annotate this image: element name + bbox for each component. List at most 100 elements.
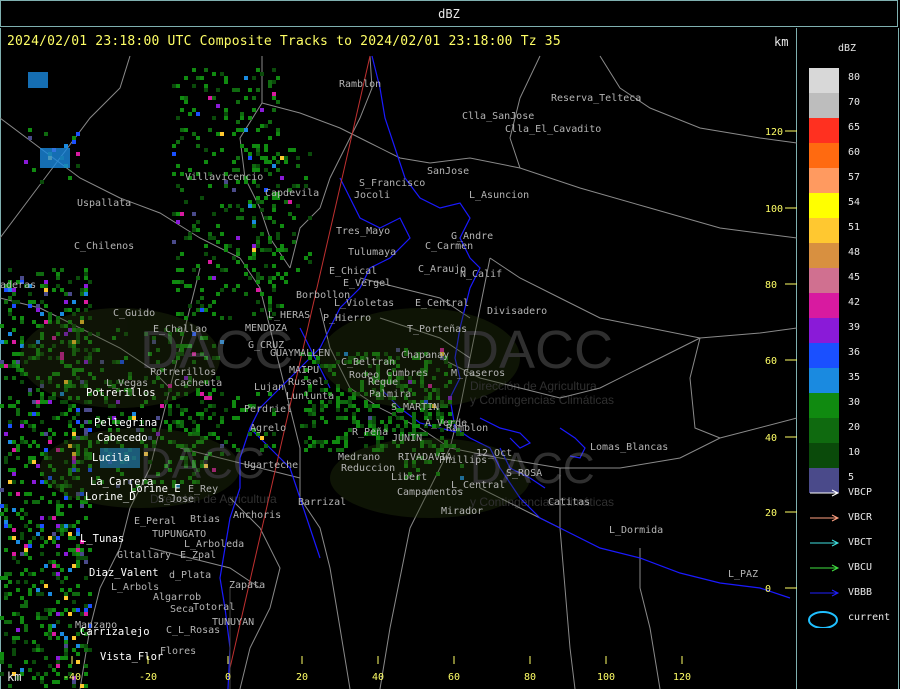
- echo-pixel: [48, 636, 52, 640]
- echo-pixel: [320, 440, 324, 444]
- echo-pixel: [252, 108, 256, 112]
- echo-pixel: [72, 636, 76, 640]
- echo-pixel: [336, 408, 340, 412]
- echo-pixel: [132, 412, 136, 416]
- echo-pixel: [88, 304, 92, 308]
- echo-pixel: [184, 408, 188, 412]
- echo-pixel: [56, 680, 60, 684]
- highlight-place-label: Diaz_Valent: [89, 567, 159, 579]
- place-label: E_Chical: [329, 266, 377, 277]
- echo-pixel: [52, 268, 56, 272]
- echo-pixel: [228, 204, 232, 208]
- echo-pixel: [4, 620, 8, 624]
- place-label: S_ROSA: [506, 468, 542, 479]
- echo-pixel: [80, 556, 84, 560]
- echo-pixel: [272, 264, 276, 268]
- place-label: Seca: [170, 604, 194, 615]
- echo-pixel: [200, 416, 204, 420]
- echo-pixel: [36, 308, 40, 312]
- echo-pixel: [36, 644, 40, 648]
- place-label: Clla_SanJose: [462, 111, 534, 122]
- echo-pixel: [8, 536, 12, 540]
- echo-pixel: [0, 660, 4, 664]
- echo-pixel: [20, 436, 24, 440]
- echo-pixel: [212, 432, 216, 436]
- echo-pixel: [264, 160, 268, 164]
- echo-pixel: [52, 572, 56, 576]
- echo-pixel: [16, 612, 20, 616]
- echo-pixel: [252, 256, 256, 260]
- echo-pixel: [276, 152, 280, 156]
- echo-pixel: [40, 312, 44, 316]
- echo-pixel: [28, 456, 32, 460]
- echo-pixel: [232, 256, 236, 260]
- echo-pixel: [76, 556, 80, 560]
- legend-value: 10: [848, 447, 861, 458]
- echo-pixel: [368, 404, 372, 408]
- echo-pixel: [192, 428, 196, 432]
- legend-swatch: [809, 243, 839, 268]
- echo-pixel: [280, 156, 284, 160]
- place-label: aderas: [0, 280, 36, 291]
- y-axis-ticks: 120 100 80 60 40 20 0: [765, 127, 797, 595]
- echo-pixel: [80, 424, 84, 428]
- echo-pixel: [268, 136, 272, 140]
- place-label: Mirador: [441, 506, 483, 517]
- echo-pixel: [276, 160, 280, 164]
- place-label: Flores: [160, 646, 196, 657]
- echo-pixel: [72, 648, 76, 652]
- echo-pixel: [24, 492, 28, 496]
- echo-pixel: [320, 408, 324, 412]
- y-tick-label: 20: [765, 508, 777, 519]
- echo-pixel: [224, 244, 228, 248]
- echo-pixel: [52, 624, 56, 628]
- echo-pixel: [12, 636, 16, 640]
- echo-pixel: [172, 172, 176, 176]
- echo-pixel: [176, 184, 180, 188]
- echo-pixel: [84, 284, 88, 288]
- echo-pixel: [256, 244, 260, 248]
- echo-pixel: [364, 404, 368, 408]
- echo-pixel: [184, 284, 188, 288]
- echo-pixel: [44, 448, 48, 452]
- legend-swatch: [809, 193, 839, 218]
- echo-pixel: [56, 272, 60, 276]
- echo-pixel: [368, 408, 372, 412]
- echo-pixel: [272, 220, 276, 224]
- echo-pixel: [12, 612, 16, 616]
- echo-pixel: [236, 252, 240, 256]
- echo-pixel: [4, 432, 8, 436]
- echo-pixel: [24, 548, 28, 552]
- echo-pixel: [68, 532, 72, 536]
- echo-pixel: [40, 300, 44, 304]
- echo-pixel: [268, 248, 272, 252]
- echo-pixel: [84, 608, 88, 612]
- echo-pixel: [244, 128, 248, 132]
- echo-pixel: [288, 148, 292, 152]
- radar-map[interactable]: DACC DACC DACC DACC Dirección de Agricul…: [0, 28, 797, 689]
- echo-pixel: [52, 540, 56, 544]
- echo-pixel: [160, 404, 164, 408]
- title-bar: dBZ: [0, 0, 898, 27]
- echo-pixel: [44, 584, 48, 588]
- echo-pixel: [244, 272, 248, 276]
- echo-pixel: [176, 220, 180, 224]
- echo-pixel: [236, 248, 240, 252]
- echo-pixel: [76, 560, 80, 564]
- echo-pixel: [312, 424, 316, 428]
- echo-pixel: [44, 608, 48, 612]
- echo-pixel: [220, 392, 224, 396]
- echo-pixel: [192, 268, 196, 272]
- place-label: C_L_Rosas: [166, 625, 220, 636]
- place-label: E_Vergel: [343, 278, 391, 289]
- echo-pixel: [352, 404, 356, 408]
- echo-pixel: [180, 424, 184, 428]
- echo-pixel: [276, 248, 280, 252]
- echo-pixel: [252, 76, 256, 80]
- echo-pixel: [248, 200, 252, 204]
- echo-pixel: [8, 684, 12, 688]
- echo-pixel: [44, 288, 48, 292]
- echo-pixel: [60, 632, 64, 636]
- echo-pixel: [284, 272, 288, 276]
- echo-pixel: [304, 440, 308, 444]
